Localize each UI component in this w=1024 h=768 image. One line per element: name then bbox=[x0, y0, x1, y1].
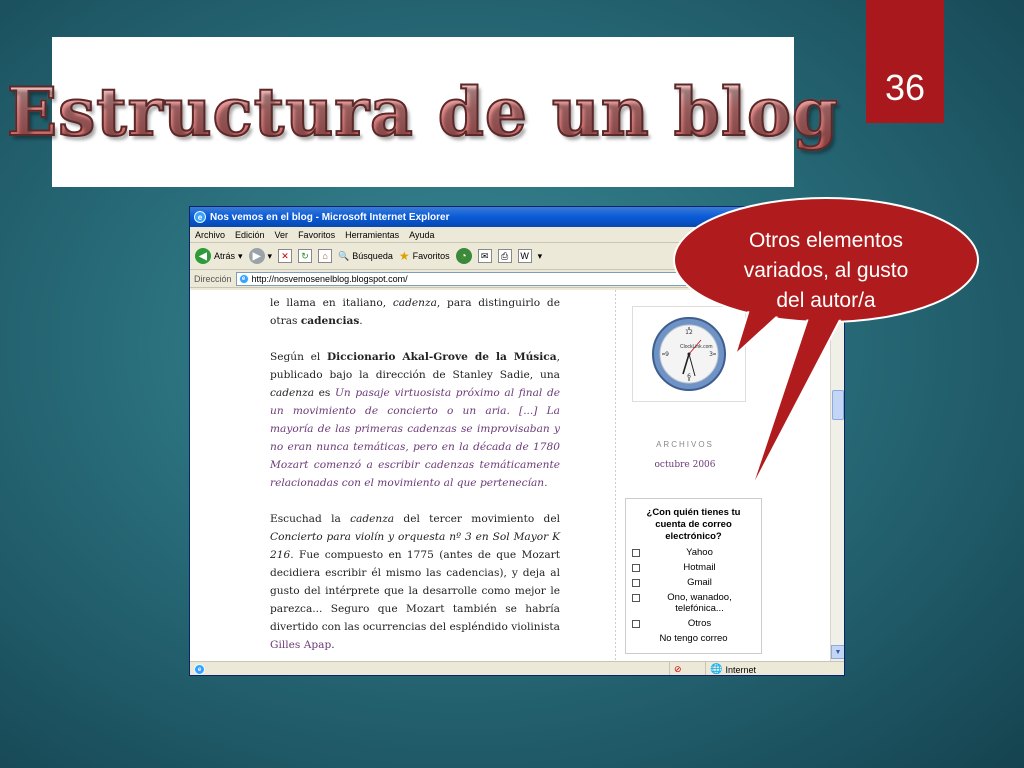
menu-item-archivo[interactable]: Archivo bbox=[195, 230, 225, 240]
svg-text:6: 6 bbox=[687, 373, 691, 380]
back-button[interactable]: ◀ Atrás ▾ bbox=[195, 248, 243, 264]
address-label: Dirección bbox=[194, 273, 232, 284]
home-icon[interactable]: ⌂ bbox=[318, 249, 333, 263]
status-text: e bbox=[190, 662, 670, 675]
checkbox[interactable] bbox=[632, 549, 640, 557]
zone-label: Internet bbox=[725, 664, 756, 675]
chevron-down-icon: ▾ bbox=[267, 250, 273, 261]
menu-item-ayuda[interactable]: Ayuda bbox=[409, 230, 434, 240]
svg-text:9: 9 bbox=[665, 351, 669, 358]
page-number: 36 bbox=[884, 67, 926, 108]
window-titlebar: e Nos vemos en el blog - Microsoft Inter… bbox=[190, 207, 844, 227]
archives-heading: ARCHIVOS bbox=[656, 440, 714, 449]
chevron-down-icon: ▾ bbox=[238, 250, 243, 261]
poll-option-hotmail[interactable]: Hotmail bbox=[632, 562, 755, 573]
menu-item-herramientas[interactable]: Herramientas bbox=[345, 230, 399, 240]
violinist-link[interactable]: Gilles Apap bbox=[270, 639, 331, 651]
blocked-icon: ⊘ bbox=[674, 664, 682, 674]
article-paragraph: le llama en italiano, cadenza, para dist… bbox=[270, 297, 560, 327]
svg-text:3: 3 bbox=[709, 351, 713, 358]
poll-option-ono[interactable]: Ono, wanadoo, telefónica... bbox=[632, 592, 755, 614]
back-arrow-icon: ◀ bbox=[195, 248, 211, 264]
checkbox[interactable] bbox=[632, 620, 640, 628]
favorites-label: Favoritos bbox=[412, 251, 450, 261]
edit-icon[interactable]: W bbox=[517, 249, 532, 263]
article-paragraph: Según el Diccionario Akal-Grove de la Mú… bbox=[270, 351, 560, 489]
poll-option-gmail[interactable]: Gmail bbox=[632, 577, 755, 588]
back-label: Atrás bbox=[214, 251, 236, 261]
blog-article: le llama en italiano, cadenza, para dist… bbox=[270, 294, 560, 661]
favorites-button[interactable]: ★ Favoritos bbox=[399, 249, 450, 263]
poll-question: ¿Con quién tienes tu cuenta de correo el… bbox=[646, 507, 741, 542]
menu-item-ver[interactable]: Ver bbox=[275, 230, 289, 240]
checkbox[interactable] bbox=[632, 579, 640, 587]
chevron-down-icon[interactable]: ▾ bbox=[538, 251, 543, 262]
checkbox[interactable] bbox=[632, 594, 640, 602]
archives-link-october-2006[interactable]: octubre 2006 bbox=[620, 460, 750, 470]
page-status-icon: e bbox=[194, 664, 205, 675]
menu-item-edicion[interactable]: Edición bbox=[235, 230, 265, 240]
address-url: http://nosvemosenelblog.blogspot.com/ bbox=[251, 273, 408, 284]
clock-icon: 12 3 6 9 bbox=[652, 317, 726, 391]
sidebar-divider bbox=[615, 290, 616, 661]
forward-button[interactable]: ▶ ▾ bbox=[248, 248, 273, 264]
stop-icon[interactable]: ✕ bbox=[278, 249, 293, 263]
status-bar: e ⊘ 🌐 Internet bbox=[190, 661, 844, 675]
menu-item-favoritos[interactable]: Favoritos bbox=[298, 230, 335, 240]
poll-option-no-email: No tengo correo bbox=[659, 633, 728, 644]
search-icon: 🔍 bbox=[338, 250, 350, 261]
internet-zone: 🌐 Internet bbox=[706, 662, 760, 675]
page-content: le llama en italiano, cadenza, para dist… bbox=[190, 290, 830, 661]
refresh-icon[interactable]: ↻ bbox=[298, 249, 313, 263]
vertical-scrollbar[interactable]: ▲ ▼ bbox=[830, 290, 844, 661]
star-icon: ★ bbox=[398, 249, 410, 263]
security-zone: ⊘ bbox=[670, 662, 706, 675]
search-label: Búsqueda bbox=[352, 251, 393, 261]
search-button[interactable]: 🔍 Búsqueda bbox=[338, 251, 393, 262]
page-icon: e bbox=[238, 273, 249, 284]
checkbox[interactable] bbox=[632, 564, 640, 572]
callout-text: Otros elementos variados, al gusto del a… bbox=[743, 229, 909, 312]
mail-icon[interactable]: ✉ bbox=[477, 249, 492, 263]
window-title: Nos vemos en el blog - Microsoft Interne… bbox=[210, 211, 450, 223]
title-banner: Estructura de un blog bbox=[6, 37, 839, 187]
scroll-down-icon[interactable]: ▼ bbox=[831, 645, 844, 659]
article-quote: Un pasaje virtuosista próximo al final d… bbox=[270, 387, 560, 489]
email-poll-widget: ¿Con quién tienes tu cuenta de correo el… bbox=[625, 498, 762, 654]
print-icon[interactable]: ⎙ bbox=[497, 249, 512, 263]
clock-brand: ClockLink.com bbox=[680, 344, 713, 350]
history-icon[interactable]: ◔ bbox=[455, 248, 472, 264]
svg-text:12: 12 bbox=[685, 329, 693, 336]
slide-title: Estructura de un blog bbox=[6, 72, 840, 152]
poll-option-otros[interactable]: Otros bbox=[632, 618, 755, 629]
article-paragraph: Escuchad la cadenza del tercer movimient… bbox=[270, 513, 560, 651]
globe-icon: 🌐 bbox=[710, 664, 723, 675]
poll-option-yahoo[interactable]: Yahoo bbox=[632, 547, 755, 558]
page-number-tab: 36 bbox=[866, 0, 944, 123]
scroll-thumb[interactable] bbox=[832, 390, 844, 420]
forward-arrow-icon: ▶ bbox=[248, 248, 265, 264]
ie-logo-icon: e bbox=[194, 211, 206, 223]
clock-widget[interactable]: 12 3 6 9 ClockLink.com bbox=[632, 306, 746, 402]
